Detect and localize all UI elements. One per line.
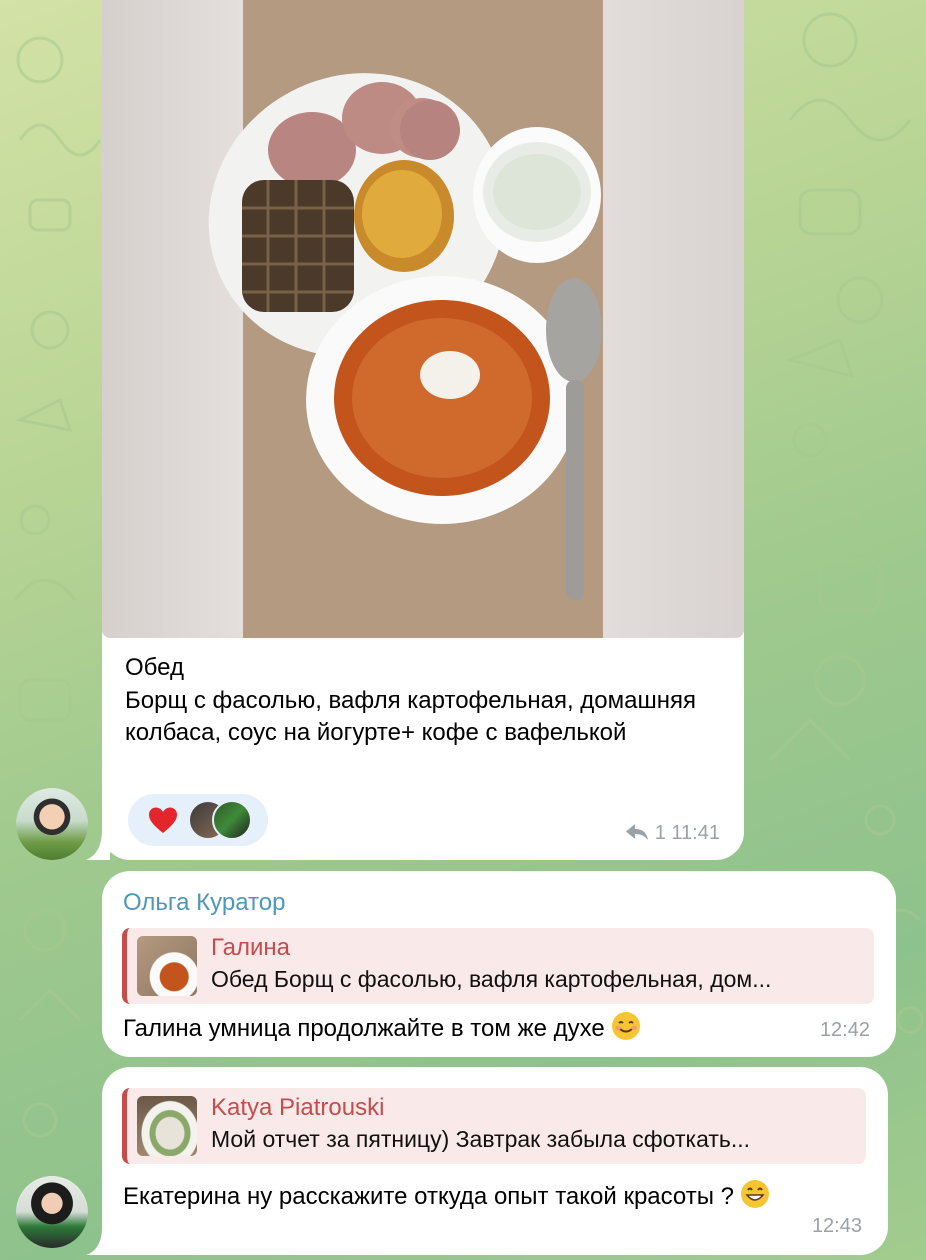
message-text: Галина умница продолжайте в том же духе bbox=[123, 1011, 641, 1043]
message-text-body: Галина умница продолжайте в том же духе bbox=[123, 1015, 605, 1042]
message-caption: Обед Борщ с фасолью, вафля картофельная,… bbox=[125, 654, 696, 746]
sender-avatar[interactable] bbox=[16, 1176, 88, 1248]
message-time: 11:41 bbox=[671, 822, 720, 844]
message-text: Екатерина ну расскажите откуда опыт тако… bbox=[123, 1179, 770, 1211]
reply-arrow-icon bbox=[626, 824, 649, 840]
quote-text: Обед Борщ с фасолью, вафля картофельная,… bbox=[211, 966, 772, 992]
reply-count[interactable]: 1 bbox=[655, 822, 666, 844]
lunch-photo[interactable] bbox=[102, 0, 744, 638]
quote-text: Мой отчет за пятницу) Завтрак забыла сфо… bbox=[211, 1126, 751, 1152]
reactor-avatar bbox=[212, 800, 252, 840]
message-bubble-curator-2[interactable]: Katya Piatrouski Мой отчет за пятницу) З… bbox=[102, 1067, 888, 1255]
message-bubble-lunch[interactable]: Обед Борщ с фасолью, вафля картофельная,… bbox=[102, 0, 744, 860]
bubble-tail bbox=[86, 1228, 110, 1255]
sender-name[interactable]: Ольга Куратор bbox=[123, 889, 285, 917]
quote-author: Галина bbox=[211, 934, 291, 961]
reply-quote[interactable]: Katya Piatrouski Мой отчет за пятницу) З… bbox=[122, 1088, 866, 1164]
red-heart-icon[interactable] bbox=[148, 806, 178, 834]
quote-author: Katya Piatrouski bbox=[211, 1094, 385, 1121]
grinning-face-emoji-icon bbox=[741, 1180, 770, 1208]
message-time: 12:42 bbox=[819, 1019, 870, 1041]
reaction-bar[interactable] bbox=[128, 794, 268, 846]
message-time: 12:43 bbox=[811, 1215, 862, 1237]
smiling-face-emoji-icon bbox=[611, 1012, 640, 1040]
sender-avatar[interactable] bbox=[16, 788, 88, 860]
reply-quote[interactable]: Галина Обед Борщ с фасолью, вафля картоф… bbox=[122, 928, 874, 1004]
message-text-body: Екатерина ну расскажите откуда опыт тако… bbox=[123, 1183, 735, 1210]
quote-thumbnail bbox=[137, 936, 197, 996]
quote-thumbnail bbox=[137, 1096, 197, 1156]
message-bubble-curator[interactable]: Ольга Куратор Галина Обед Борщ с фасолью… bbox=[102, 871, 896, 1057]
message-meta: 1 11:41 bbox=[625, 822, 720, 845]
bubble-tail bbox=[86, 830, 110, 860]
